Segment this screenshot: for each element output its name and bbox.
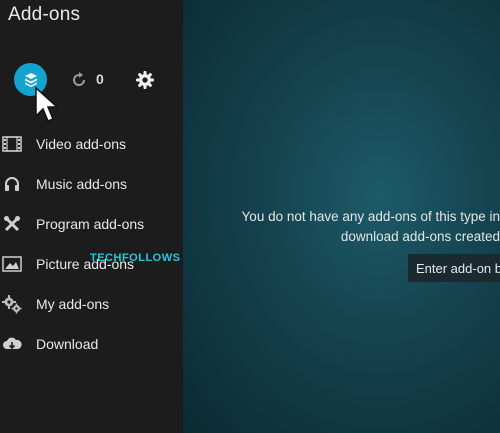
menu-item-label: Music add-ons — [36, 176, 128, 192]
menu-item-label: Video add-ons — [36, 136, 127, 152]
picture-icon — [2, 254, 22, 274]
tools-icon — [2, 214, 22, 234]
settings-button[interactable] — [135, 70, 155, 90]
watermark-text: TECHFOLLOWS — [90, 252, 181, 264]
menu-item-download[interactable]: Download — [0, 324, 183, 364]
menu-item-label: Download — [36, 336, 99, 352]
page-title: Add-ons — [8, 4, 81, 25]
menu-item-music-addons[interactable]: Music add-ons — [0, 164, 183, 204]
menu-item-my-addons[interactable]: My add-ons — [0, 284, 183, 324]
update-button[interactable] — [70, 71, 88, 89]
film-icon — [2, 134, 22, 154]
sidebar: Add-ons 0 Video add-ons Music add-ons Pr… — [0, 0, 183, 433]
cloud-download-icon — [2, 334, 22, 354]
message-line-2: download add-ons created — [340, 229, 500, 244]
empty-state-message: You do not have any add-ons of this type… — [242, 207, 500, 247]
menu-item-label: My add-ons — [36, 296, 110, 312]
menu-item-label: Program add-ons — [36, 216, 145, 232]
update-count: 0 — [96, 71, 104, 87]
addon-category-menu: Video add-ons Music add-ons Program add-… — [0, 124, 183, 364]
gears-icon — [2, 294, 22, 314]
menu-item-program-addons[interactable]: Program add-ons — [0, 204, 183, 244]
menu-item-video-addons[interactable]: Video add-ons — [0, 124, 183, 164]
message-line-1: You do not have any add-ons of this type… — [241, 209, 500, 224]
gear-icon — [136, 71, 154, 89]
refresh-icon — [73, 72, 85, 86]
headphones-icon — [2, 174, 22, 194]
menu-item-picture-addons[interactable]: Picture add-ons — [0, 244, 183, 284]
mouse-cursor-icon — [35, 86, 59, 122]
enter-addon-browser-button[interactable]: Enter add-on b — [408, 254, 500, 282]
